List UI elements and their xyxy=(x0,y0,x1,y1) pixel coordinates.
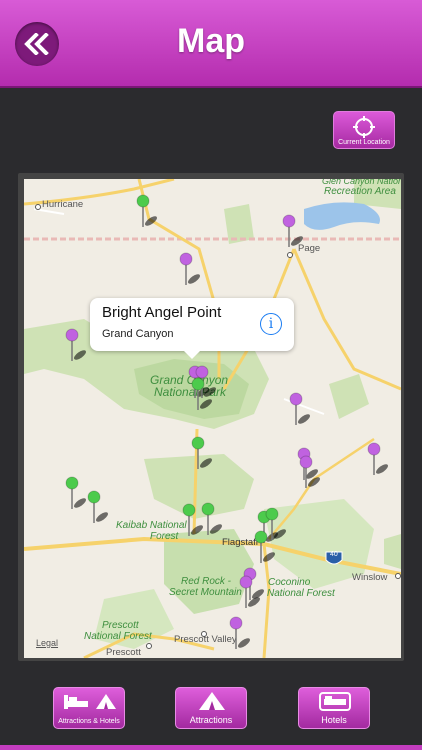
map-pin-icon[interactable] xyxy=(289,392,311,425)
map-view[interactable]: Hurricane Page Glen Canyon National Recr… xyxy=(24,179,401,658)
bottom-accent-strip xyxy=(0,745,422,750)
map-pin-icon[interactable] xyxy=(229,616,251,649)
map-pin-icon[interactable] xyxy=(136,194,158,227)
tab-hotels[interactable]: Hotels xyxy=(298,687,370,729)
tab-attractions[interactable]: Attractions xyxy=(175,687,247,729)
page-title: Map xyxy=(177,22,245,60)
header-bar: Map xyxy=(0,0,422,88)
callout-subtitle: Grand Canyon xyxy=(102,328,174,340)
map-pin-icon[interactable] xyxy=(65,328,87,361)
map-pin-icon[interactable] xyxy=(179,252,201,285)
crosshair-icon xyxy=(353,116,375,138)
tab-label: Hotels xyxy=(321,715,347,725)
tab-attractions-hotels[interactable]: Attractions & Hotels xyxy=(53,687,125,729)
map-frame: Hurricane Page Glen Canyon National Recr… xyxy=(18,173,404,661)
callout-title: Bright Angel Point xyxy=(102,304,222,321)
map-pin-icon[interactable] xyxy=(87,490,109,523)
map-pin-icon[interactable] xyxy=(367,442,389,475)
tent-icon xyxy=(199,692,225,710)
tab-label: Attractions & Hotels xyxy=(58,718,120,725)
map-pin-icon[interactable] xyxy=(282,214,304,247)
map-callout[interactable]: Bright Angel Point Grand Canyon i xyxy=(90,298,294,359)
map-pin-icon[interactable] xyxy=(191,436,213,469)
tab-label: Attractions xyxy=(189,715,233,725)
callout-tail xyxy=(184,351,200,359)
map-pins-layer xyxy=(65,194,389,649)
map-pin-icon[interactable] xyxy=(201,502,223,535)
bed-and-tent-icon xyxy=(64,694,116,709)
map-pin-icon[interactable] xyxy=(65,476,87,509)
current-location-label: Current Location xyxy=(338,139,390,146)
current-location-button[interactable]: Current Location xyxy=(333,111,395,149)
bed-icon xyxy=(319,692,351,711)
info-icon[interactable]: i xyxy=(260,313,282,335)
map-pin-icon[interactable] xyxy=(182,503,204,536)
tab-bar: Attractions & Hotels Attractions Hotels xyxy=(0,680,422,750)
